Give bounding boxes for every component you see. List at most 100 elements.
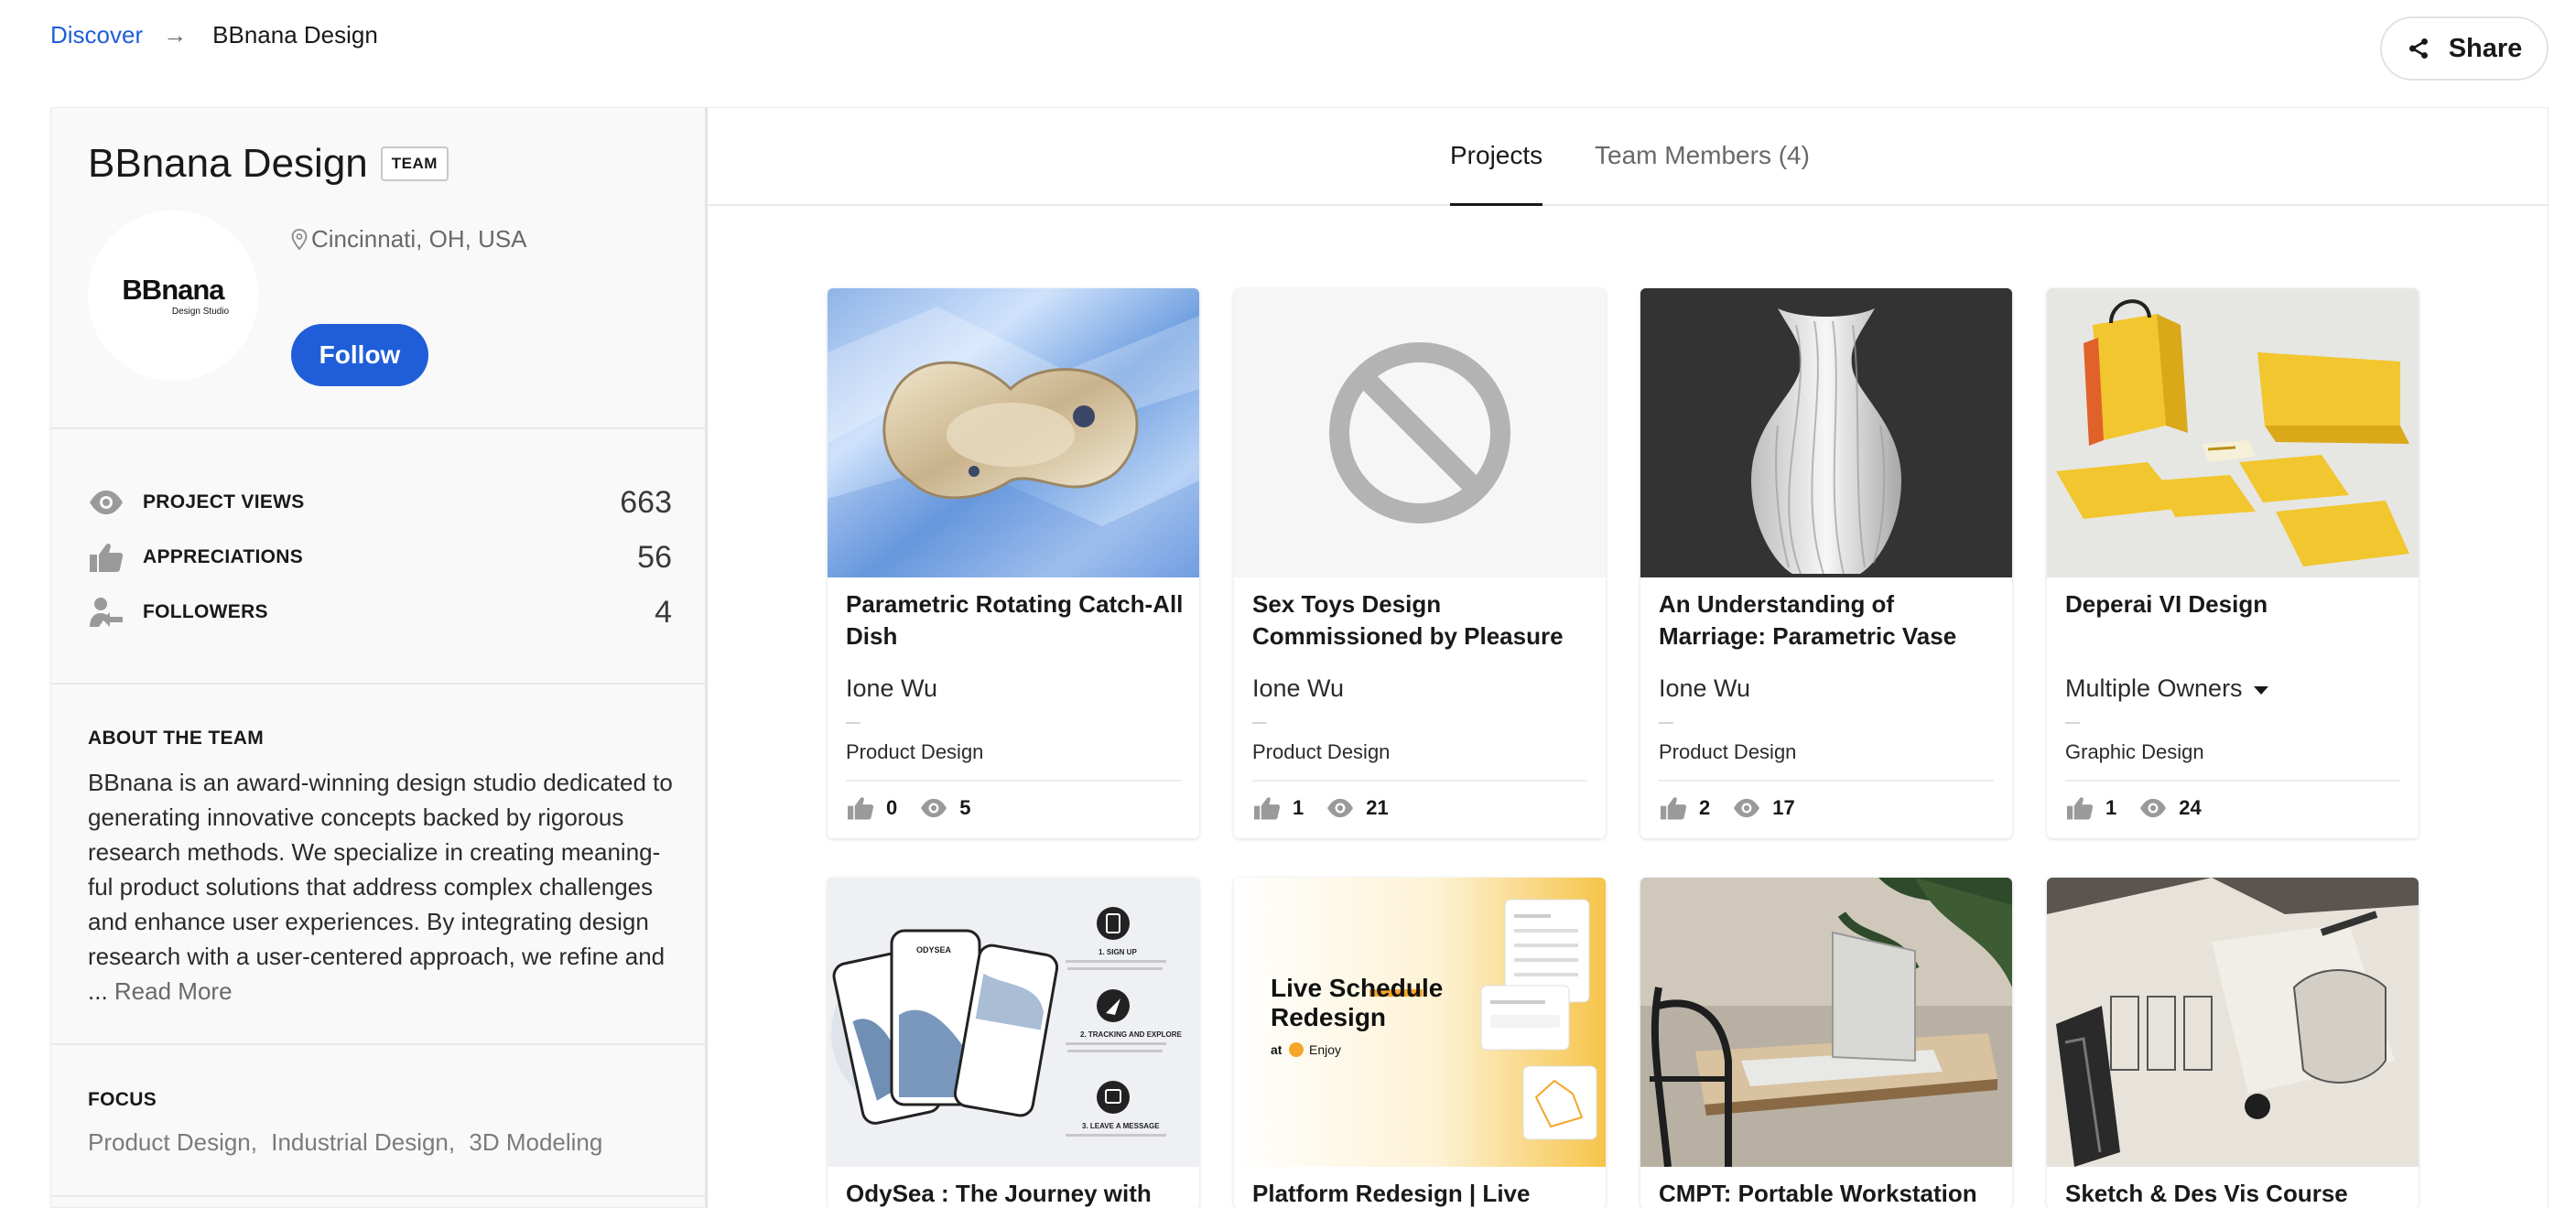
odysea-label: ODYSEA (916, 945, 952, 955)
divider (1659, 780, 1994, 782)
stat-value: 56 (637, 539, 672, 575)
project-title[interactable]: Parametric Rotating Catch-All Dish (846, 588, 1185, 653)
location-pin-icon (291, 228, 308, 250)
breadcrumb-current: BBnana Design (212, 20, 378, 49)
tab-bar: Projects Team Members (4) (709, 108, 2549, 206)
thumbs-up-icon (1254, 797, 1281, 820)
project-field[interactable]: Product Design (1659, 740, 1796, 764)
divider (51, 1195, 706, 1197)
eye-icon (88, 484, 128, 521)
project-card[interactable]: Deperai VI Design Multiple Owners Graphi… (2047, 288, 2419, 838)
divider (1659, 722, 1673, 724)
eye-icon (2140, 798, 2167, 818)
thumbs-up-icon (848, 797, 874, 820)
project-title[interactable]: OdySea : The Journey with (846, 1178, 1185, 1208)
eye-icon (921, 798, 947, 818)
team-badge: TEAM (380, 146, 449, 181)
tab-projects[interactable]: Projects (1450, 141, 1543, 206)
profile-sidebar: BBnana Design TEAM BBnana Design Studio … (50, 107, 708, 1208)
stat-appreciations: APPRECIATIONS 56 (88, 534, 672, 580)
avatar-logo-sub: Design Studio (171, 306, 230, 317)
avatar[interactable]: BBnana Design Studio (88, 210, 258, 381)
owner-name[interactable]: Multiple Owners (2065, 674, 2243, 703)
project-owner[interactable]: Ione Wu (846, 674, 937, 703)
share-button[interactable]: Share (2380, 16, 2549, 81)
project-thumbnail[interactable]: ODYSEA 1. SIGN UP 2. TRACKING AND EXPLOR… (828, 878, 1199, 1167)
thumb-heading: Redesign (1271, 1003, 1386, 1031)
about-body: BBnana is an award-winning design studio… (88, 769, 673, 1005)
project-field[interactable]: Product Design (1252, 740, 1390, 764)
thumb-heading: Live Schedule (1271, 974, 1443, 1002)
multiple-owners-dropdown[interactable]: Multiple Owners (2065, 674, 2268, 703)
stat-label: FOLLOWERS (143, 601, 268, 622)
divider (1252, 722, 1267, 724)
follow-button[interactable]: Follow (291, 324, 428, 386)
project-thumbnail[interactable]: Live Schedule Redesign at Enjoy (1234, 878, 1606, 1167)
arrow-right-icon: → (163, 20, 188, 49)
focus-item[interactable]: Product Design (88, 1128, 251, 1156)
project-title[interactable]: Platform Redesign | Live (1252, 1178, 1591, 1208)
divider (2065, 780, 2400, 782)
thumbs-up-icon (88, 539, 128, 576)
focus-list: Product Design, Industrial Design, 3D Mo… (88, 1128, 602, 1157)
team-name-text: BBnana Design (88, 141, 368, 186)
breadcrumb-discover-link[interactable]: Discover (50, 21, 143, 49)
stat-project-views: PROJECT VIEWS 663 (88, 480, 672, 525)
like-count: 0 (886, 796, 898, 819)
about-text: BBnana is an award-winning design studio… (88, 765, 674, 1008)
like-count: 2 (1699, 796, 1711, 819)
divider (846, 722, 860, 724)
focus-separator: , (250, 1128, 257, 1156)
project-title[interactable]: Deperai VI Design (2065, 588, 2404, 620)
focus-separator: , (448, 1128, 456, 1156)
project-card[interactable]: Live Schedule Redesign at Enjoy Platform… (1234, 878, 1606, 1208)
project-title[interactable]: Sex Toys Design Commissioned by Pleasure (1252, 588, 1591, 653)
project-field[interactable]: Product Design (846, 740, 983, 764)
main-content: Projects Team Members (4) Parametric Rot… (709, 107, 2549, 1208)
share-label: Share (2448, 33, 2523, 63)
project-thumbnail[interactable] (1234, 288, 1606, 577)
divider (51, 427, 706, 429)
read-more-link[interactable]: Read More (114, 977, 233, 1005)
project-card[interactable]: Parametric Rotating Catch-All Dish Ione … (828, 288, 1199, 838)
stat-label: PROJECT VIEWS (143, 491, 305, 512)
location-text: Cincinnati, OH, USA (311, 225, 527, 253)
project-thumbnail[interactable] (828, 288, 1199, 577)
owner-name[interactable]: Ione Wu (1252, 674, 1344, 703)
project-thumbnail[interactable] (1640, 878, 2012, 1167)
project-owner[interactable]: Ione Wu (1252, 674, 1344, 703)
project-thumbnail[interactable] (1640, 288, 2012, 577)
project-field[interactable]: Graphic Design (2065, 740, 2204, 764)
breadcrumb: Discover → BBnana Design (50, 18, 378, 51)
thumbs-up-icon (2067, 797, 2094, 820)
share-icon (2408, 38, 2428, 59)
caret-down-icon (2253, 686, 2268, 695)
project-thumbnail[interactable] (2047, 878, 2419, 1167)
location[interactable]: Cincinnati, OH, USA (291, 225, 527, 253)
focus-item[interactable]: Industrial Design (271, 1128, 449, 1156)
like-count: 1 (2105, 796, 2117, 819)
view-count: 17 (1772, 796, 1795, 819)
divider (51, 1043, 706, 1045)
blocked-content-icon (1329, 342, 1510, 523)
project-owner[interactable]: Ione Wu (1659, 674, 1750, 703)
project-title[interactable]: CMPT: Portable Workstation (1659, 1178, 1997, 1208)
owner-name[interactable]: Ione Wu (1659, 674, 1750, 703)
project-card[interactable]: ODYSEA 1. SIGN UP 2. TRACKING AND EXPLOR… (828, 878, 1199, 1208)
divider (2065, 722, 2080, 724)
project-thumbnail[interactable] (2047, 288, 2419, 577)
project-card[interactable]: Sketch & Des Vis Course (2047, 878, 2419, 1208)
divider (846, 780, 1181, 782)
project-stats: 0 5 (846, 795, 971, 821)
project-card[interactable]: CMPT: Portable Workstation (1640, 878, 2012, 1208)
view-count: 21 (1366, 796, 1389, 819)
project-title[interactable]: An Understanding of Marriage: Parametric… (1659, 588, 1997, 653)
project-title[interactable]: Sketch & Des Vis Course (2065, 1178, 2404, 1208)
tab-team-members[interactable]: Team Members (4) (1595, 141, 1810, 206)
focus-item[interactable]: 3D Modeling (469, 1128, 602, 1156)
project-card[interactable]: An Understanding of Marriage: Parametric… (1640, 288, 2012, 838)
owner-name[interactable]: Ione Wu (846, 674, 937, 703)
project-card[interactable]: Sex Toys Design Commissioned by Pleasure… (1234, 288, 1606, 838)
thumbs-up-icon (1661, 797, 1687, 820)
view-count: 5 (959, 796, 971, 819)
